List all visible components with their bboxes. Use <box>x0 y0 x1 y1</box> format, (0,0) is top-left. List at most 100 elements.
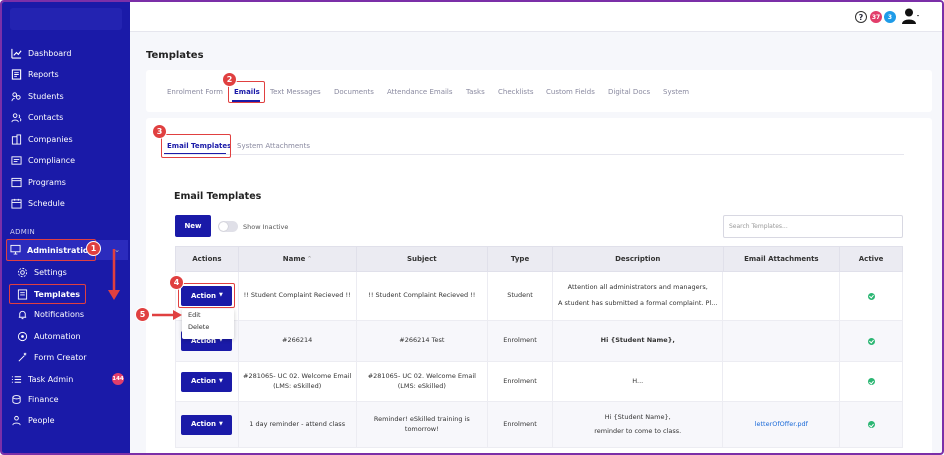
header-name-label: Name <box>282 255 306 263</box>
action-dropdown-menu: Edit Delete <box>182 309 234 339</box>
people-icon <box>10 414 22 426</box>
search-input[interactable]: Search Templates... <box>723 215 903 238</box>
subject-cell: !! Student Complaint Recieved !! <box>357 272 489 320</box>
sidebar-item-label: People <box>28 415 55 425</box>
type-cell: Enrolment <box>488 402 553 447</box>
sidebar-item-form-creator[interactable]: Form Creator <box>16 348 87 366</box>
sidebar-item-label: Programs <box>28 177 66 187</box>
help-icon[interactable]: ? <box>855 11 867 23</box>
header-actions: Actions <box>176 247 239 271</box>
sidebar-item-compliance[interactable]: Compliance <box>10 151 75 169</box>
menu-item-edit[interactable]: Edit <box>182 309 234 321</box>
subject-cell: #266214 Test <box>357 321 489 361</box>
admin-section-label: ADMIN <box>10 228 36 236</box>
students-icon <box>10 90 22 102</box>
sidebar-item-companies[interactable]: Companies <box>10 130 73 148</box>
description-line: Attention all administrators and manager… <box>567 283 708 292</box>
sidebar-item-settings[interactable]: Settings <box>16 263 67 281</box>
sidebar-item-programs[interactable]: Programs <box>10 173 66 191</box>
subtab-divider <box>164 154 904 155</box>
tab-tasks[interactable]: Tasks <box>466 88 485 96</box>
annotation-box-email-templates <box>161 134 231 158</box>
sidebar-item-people[interactable]: People <box>10 411 55 429</box>
tab-checklists[interactable]: Checklists <box>498 88 533 96</box>
table-row: Action ▼ 1 day reminder - attend class Re… <box>175 402 903 448</box>
annotation-badge-4: 4 <box>169 275 184 290</box>
description-cell: H... <box>553 362 724 401</box>
notification-badge[interactable]: 37 <box>870 11 882 23</box>
report-icon <box>10 68 22 80</box>
name-cell: #266214 <box>239 321 357 361</box>
table-row: Action ▼ #266214 #266214 Test Enrolment H… <box>175 321 903 362</box>
gear-icon <box>16 266 28 278</box>
tab-documents[interactable]: Documents <box>334 88 374 96</box>
sidebar-item-reports[interactable]: Reports <box>10 65 59 83</box>
header-name[interactable]: Name ^ <box>239 247 357 271</box>
calendar-icon <box>10 197 22 209</box>
sidebar-item-students[interactable]: Students <box>10 87 64 105</box>
tab-custom-fields[interactable]: Custom Fields <box>546 88 595 96</box>
top-bar: ? 37 3 <box>130 2 942 32</box>
menu-item-delete[interactable]: Delete <box>182 321 234 333</box>
message-badge[interactable]: 3 <box>884 11 896 23</box>
action-button[interactable]: Action ▼ <box>181 414 233 435</box>
tab-digital-docs[interactable]: Digital Docs <box>608 88 650 96</box>
sidebar-item-finance[interactable]: Finance <box>10 390 59 408</box>
type-cell: Enrolment <box>488 321 553 361</box>
section-heading: Email Templates <box>174 191 262 202</box>
sidebar-item-label: Task Admin <box>28 374 74 384</box>
annotation-badge-2: 2 <box>222 72 237 87</box>
bell-icon <box>16 308 28 320</box>
sidebar-item-label: Contacts <box>28 112 64 122</box>
contacts-icon <box>10 111 22 123</box>
sidebar-item-dashboard[interactable]: Dashboard <box>10 44 71 62</box>
description-cell: Hi {Student Name}, reminder to come to cl… <box>553 402 724 447</box>
chevron-down-icon: ⌄ <box>114 246 120 254</box>
show-inactive-label: Show Inactive <box>243 223 289 231</box>
sidebar-item-notifications[interactable]: Notifications <box>16 305 84 323</box>
description-line: Hi {Student Name}, <box>600 336 675 345</box>
new-button[interactable]: New <box>175 215 211 237</box>
logo <box>10 8 122 30</box>
tab-text-messages[interactable]: Text Messages <box>270 88 321 96</box>
sidebar-item-task-admin[interactable]: Task Admin <box>10 370 73 388</box>
wand-icon <box>16 351 28 363</box>
active-cell <box>840 402 902 447</box>
sidebar-item-contacts[interactable]: Contacts <box>10 108 63 126</box>
user-avatar-icon[interactable] <box>902 8 920 24</box>
attachments-cell <box>723 272 841 320</box>
check-circle-icon <box>867 421 875 428</box>
sidebar-item-automation[interactable]: Automation <box>16 327 81 345</box>
attachments-cell <box>723 362 841 401</box>
task-count-badge: 144 <box>112 373 124 385</box>
tasks-icon <box>10 373 22 385</box>
table-row: Action ▼ !! Student Complaint Recieved !!… <box>175 272 903 321</box>
description-line: Hi {Student Name}, <box>604 412 671 421</box>
header-email-attachments: Email Attachments <box>724 247 841 271</box>
check-circle-icon <box>867 337 875 345</box>
sidebar-item-label: Students <box>28 91 64 101</box>
active-cell <box>840 272 902 320</box>
action-button[interactable]: Action ▼ <box>181 371 233 392</box>
attachment-link[interactable]: letterOfOffer.pdf <box>723 402 841 447</box>
annotation-badge-3: 3 <box>152 124 167 139</box>
sidebar-item-schedule[interactable]: Schedule <box>10 194 65 212</box>
type-cell: Enrolment <box>488 362 553 401</box>
actions-cell: Action ▼ <box>176 402 239 447</box>
header-type: Type <box>488 247 553 271</box>
show-inactive-toggle[interactable] <box>218 221 238 232</box>
description-line: reminder to come to class. <box>594 426 682 435</box>
tab-enrolment-form[interactable]: Enrolment Form <box>167 88 223 96</box>
chart-icon <box>10 47 22 59</box>
subtab-system-attachments[interactable]: System Attachments <box>237 142 310 150</box>
active-cell <box>840 321 902 361</box>
table-row: Action ▼ #281065- UC 02. Welcome Email (L… <box>175 362 903 402</box>
sidebar-item-label: Schedule <box>28 198 65 208</box>
annotation-box-administration <box>6 239 96 261</box>
tab-attendance-emails[interactable]: Attendance Emails <box>387 88 453 96</box>
table-header: Actions Name ^ Subject Type Description E… <box>175 246 903 272</box>
active-cell <box>840 362 902 401</box>
annotation-box-action <box>178 283 235 308</box>
header-description: Description <box>553 247 724 271</box>
tab-system[interactable]: System <box>663 88 689 96</box>
